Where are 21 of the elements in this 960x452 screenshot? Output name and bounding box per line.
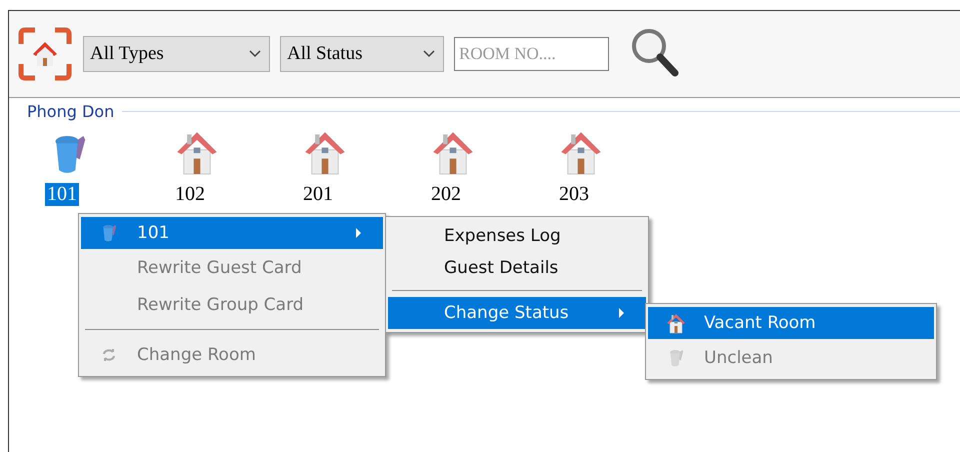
- type-dropdown[interactable]: All Types: [83, 36, 270, 72]
- room-label[interactable]: 102: [173, 183, 207, 206]
- menu-item[interactable]: Guest Details: [388, 252, 646, 284]
- status-dropdown[interactable]: All Status: [280, 36, 444, 72]
- room-label[interactable]: 203: [557, 183, 591, 206]
- trash-can-icon: [668, 348, 684, 368]
- room-number-field[interactable]: ROOM NO....: [454, 37, 609, 71]
- chevron-down-icon: [249, 50, 261, 58]
- trash-can-icon: [101, 223, 117, 243]
- menu-item[interactable]: 101: [81, 217, 383, 249]
- house-icon: [666, 312, 686, 334]
- swap-icon: [102, 348, 116, 360]
- room-label[interactable]: 101: [45, 183, 79, 206]
- menu-item[interactable]: Expenses Log: [388, 220, 646, 252]
- app-logo-icon[interactable]: [17, 26, 73, 82]
- room-label[interactable]: 202: [429, 183, 463, 206]
- menu-item[interactable]: Change Status: [388, 297, 646, 329]
- room-label[interactable]: 201: [301, 183, 335, 206]
- group-title: Phong Don: [27, 102, 114, 121]
- menu-item[interactable]: Vacant Room: [648, 307, 934, 339]
- chevron-down-icon: [423, 50, 435, 58]
